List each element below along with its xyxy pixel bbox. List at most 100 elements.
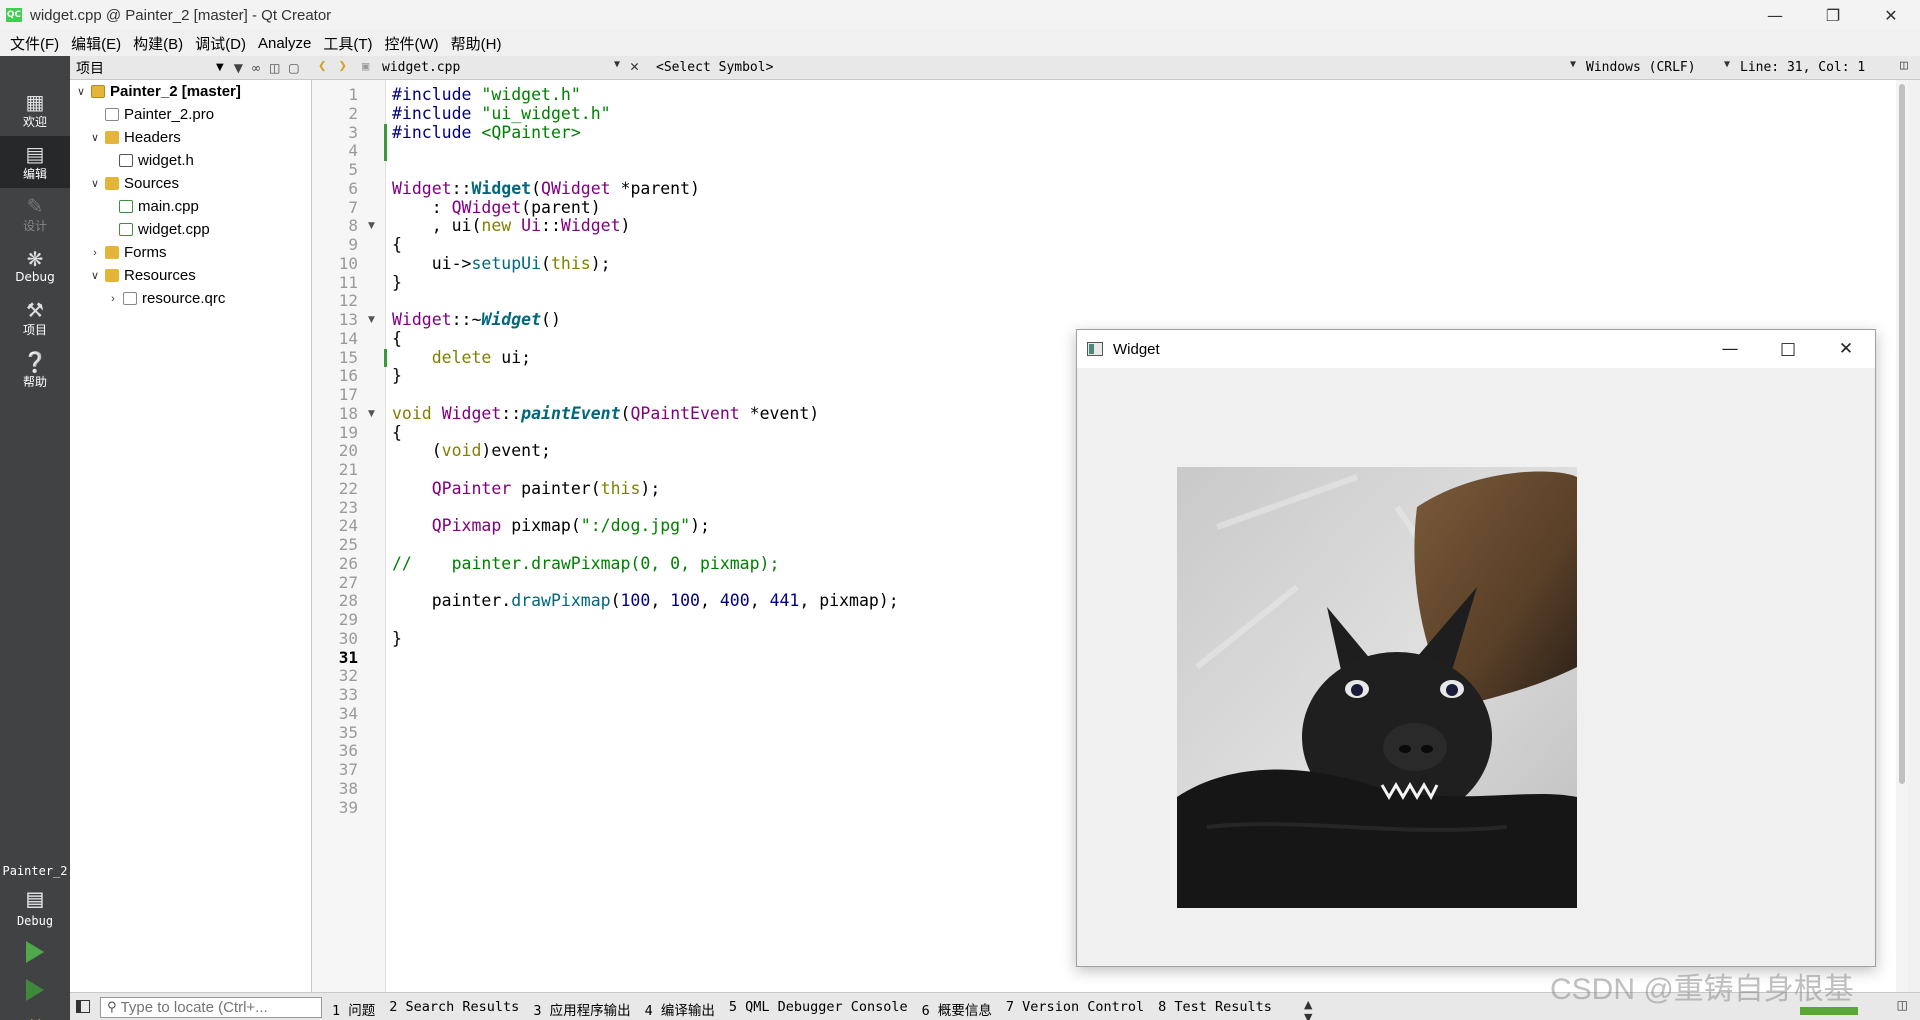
tree-item-resources[interactable]: ∨ Resources bbox=[88, 264, 196, 287]
close-panel-icon[interactable]: ▢ bbox=[288, 61, 299, 75]
code-line[interactable]: ui->setupUi(this); bbox=[392, 254, 611, 274]
menu-help[interactable]: 帮助(H) bbox=[445, 33, 508, 54]
chevron-down-icon[interactable]: ∨ bbox=[88, 269, 102, 282]
tree-item-sources[interactable]: ∨ Sources bbox=[88, 172, 179, 195]
open-file-selector[interactable]: widget.cpp bbox=[382, 60, 460, 75]
window-controls: — ❐ ✕ bbox=[1746, 0, 1920, 30]
chevron-down-icon[interactable]: ▼ bbox=[1724, 59, 1730, 70]
menu-debug[interactable]: 调试(D) bbox=[189, 33, 252, 54]
close-document-icon[interactable]: ✕ bbox=[630, 57, 639, 75]
locator[interactable]: ⚲ bbox=[100, 997, 322, 1018]
mode-design[interactable]: ✎ 设计 bbox=[0, 188, 70, 240]
mode-help[interactable]: ❔ 帮助 bbox=[0, 344, 70, 396]
close-button[interactable]: ✕ bbox=[1862, 0, 1920, 30]
fold-marker-icon[interactable]: ▼ bbox=[368, 217, 375, 236]
chevron-down-icon[interactable]: ▼ bbox=[1570, 59, 1576, 70]
chevron-down-icon[interactable]: ∨ bbox=[74, 85, 88, 98]
code-line[interactable]: void Widget::paintEvent(QPaintEvent *eve… bbox=[392, 404, 819, 424]
toggle-sidebar-icon[interactable] bbox=[76, 1000, 90, 1013]
tree-item-project[interactable]: ∨ Painter_2 [master] bbox=[74, 80, 241, 103]
tree-item-resource-qrc[interactable]: › resource.qrc bbox=[106, 287, 225, 310]
chevron-down-icon[interactable]: ▼ bbox=[216, 62, 224, 73]
tree-item-pro-file[interactable]: Painter_2.pro bbox=[102, 103, 214, 126]
pane-application-output[interactable]: 3 应用程序输出 bbox=[533, 999, 630, 1019]
debug-run-button[interactable] bbox=[0, 972, 70, 1008]
mode-debug[interactable]: ❋ Debug bbox=[0, 240, 70, 292]
pane-issues[interactable]: 1 问题 bbox=[332, 999, 375, 1019]
more-panes-icon[interactable]: ▲ ▼ bbox=[1304, 998, 1312, 1020]
code-line[interactable]: painter.drawPixmap(100, 100, 400, 441, p… bbox=[392, 591, 899, 611]
code-line[interactable]: : QWidget(parent) bbox=[392, 198, 601, 218]
run-button[interactable] bbox=[0, 934, 70, 970]
line-ending-selector[interactable]: Windows (CRLF) bbox=[1586, 60, 1696, 75]
chevron-down-icon[interactable]: ∨ bbox=[88, 131, 102, 144]
mode-projects[interactable]: ⚒ 项目 bbox=[0, 292, 70, 344]
code-line[interactable]: (void)event; bbox=[392, 441, 551, 461]
code-line[interactable]: QPainter painter(this); bbox=[392, 479, 661, 499]
line-number: 9 bbox=[348, 235, 358, 254]
output-toggle-icon[interactable]: ◫ bbox=[1897, 998, 1908, 1012]
tree-item-main-cpp[interactable]: main.cpp bbox=[116, 195, 199, 218]
mode-welcome[interactable]: ▦ 欢迎 bbox=[0, 84, 70, 136]
code-line[interactable]: delete ui; bbox=[392, 348, 531, 368]
code-line[interactable]: { bbox=[392, 235, 402, 255]
link-icon[interactable]: ∞ bbox=[251, 61, 261, 75]
filter-icon[interactable]: ▼ bbox=[234, 61, 243, 75]
tree-item-widget-h[interactable]: widget.h bbox=[116, 149, 194, 172]
back-arrow-icon[interactable]: ❮ bbox=[318, 58, 326, 74]
code-line[interactable]: // painter.drawPixmap(0, 0, pixmap); bbox=[392, 554, 779, 574]
minimize-button[interactable]: — bbox=[1746, 0, 1804, 30]
code-line[interactable]: } bbox=[392, 366, 402, 386]
code-line[interactable]: Widget::Widget(QWidget *parent) bbox=[392, 179, 700, 199]
menu-analyze[interactable]: Analyze bbox=[252, 35, 317, 52]
code-line[interactable]: #include <QPainter> bbox=[392, 123, 581, 143]
mode-edit[interactable]: ▤ 编辑 bbox=[0, 136, 70, 188]
tree-item-forms[interactable]: › Forms bbox=[88, 241, 166, 264]
kit-selector[interactable]: Painter_2 ▤ Debug bbox=[0, 864, 70, 928]
forward-arrow-icon[interactable]: ❯ bbox=[338, 58, 346, 74]
symbol-selector[interactable]: <Select Symbol> bbox=[656, 60, 773, 75]
menu-edit[interactable]: 编辑(E) bbox=[65, 33, 127, 54]
locator-input[interactable] bbox=[120, 999, 311, 1016]
code-line[interactable]: Widget::~Widget() bbox=[392, 310, 561, 330]
code-line[interactable]: #include "widget.h" bbox=[392, 85, 581, 105]
chevron-down-icon[interactable]: ∨ bbox=[88, 177, 102, 190]
menu-build[interactable]: 构建(B) bbox=[127, 33, 189, 54]
chevron-down-icon[interactable]: ▼ bbox=[614, 59, 620, 70]
pane-qml-debugger-console[interactable]: 5 QML Debugger Console bbox=[729, 999, 908, 1019]
code-line[interactable]: } bbox=[392, 629, 402, 649]
menu-file[interactable]: 文件(F) bbox=[4, 33, 65, 54]
editor-scrollbar[interactable] bbox=[1896, 80, 1908, 992]
fold-marker-icon[interactable]: ▼ bbox=[368, 405, 375, 424]
qrc-file-icon bbox=[123, 292, 137, 305]
build-button[interactable]: ⚒ bbox=[0, 1010, 70, 1020]
mode-label: 欢迎 bbox=[22, 114, 47, 129]
code-line[interactable]: QPixmap pixmap(":/dog.jpg"); bbox=[392, 516, 710, 536]
scrollbar-thumb[interactable] bbox=[1899, 84, 1905, 784]
pane-version-control[interactable]: 7 Version Control bbox=[1006, 999, 1144, 1019]
code-line[interactable]: { bbox=[392, 423, 402, 443]
chevron-right-icon[interactable]: › bbox=[106, 293, 120, 305]
code-line[interactable]: { bbox=[392, 329, 402, 349]
split-icon[interactable]: ◫ bbox=[269, 61, 280, 75]
minimize-button[interactable]: — bbox=[1701, 330, 1759, 368]
menu-tools[interactable]: 工具(T) bbox=[317, 33, 378, 54]
cursor-position[interactable]: Line: 31, Col: 1 bbox=[1740, 60, 1865, 75]
menu-widget[interactable]: 控件(W) bbox=[379, 33, 445, 54]
code-line[interactable]: #include "ui_widget.h" bbox=[392, 104, 611, 124]
code-line[interactable]: , ui(new Ui::Widget) bbox=[392, 216, 631, 236]
restore-button[interactable]: ❐ bbox=[1804, 0, 1862, 30]
fold-marker-icon[interactable]: ▼ bbox=[368, 311, 375, 330]
split-editor-icon[interactable]: ◫ bbox=[1900, 58, 1908, 73]
pane-search-results[interactable]: 2 Search Results bbox=[389, 999, 519, 1019]
project-view-selector[interactable]: 项目 bbox=[76, 58, 216, 78]
tree-item-headers[interactable]: ∨ Headers bbox=[88, 126, 181, 149]
pane-test-results[interactable]: 8 Test Results bbox=[1158, 999, 1272, 1019]
tree-item-widget-cpp[interactable]: widget.cpp bbox=[116, 218, 210, 241]
code-line[interactable]: } bbox=[392, 273, 402, 293]
close-button[interactable]: ✕ bbox=[1817, 330, 1875, 368]
pane-compile-output[interactable]: 4 编译输出 bbox=[645, 999, 715, 1019]
chevron-right-icon[interactable]: › bbox=[88, 247, 102, 259]
maximize-button[interactable]: □ bbox=[1759, 330, 1817, 368]
pane-general-messages[interactable]: 6 概要信息 bbox=[922, 999, 992, 1019]
